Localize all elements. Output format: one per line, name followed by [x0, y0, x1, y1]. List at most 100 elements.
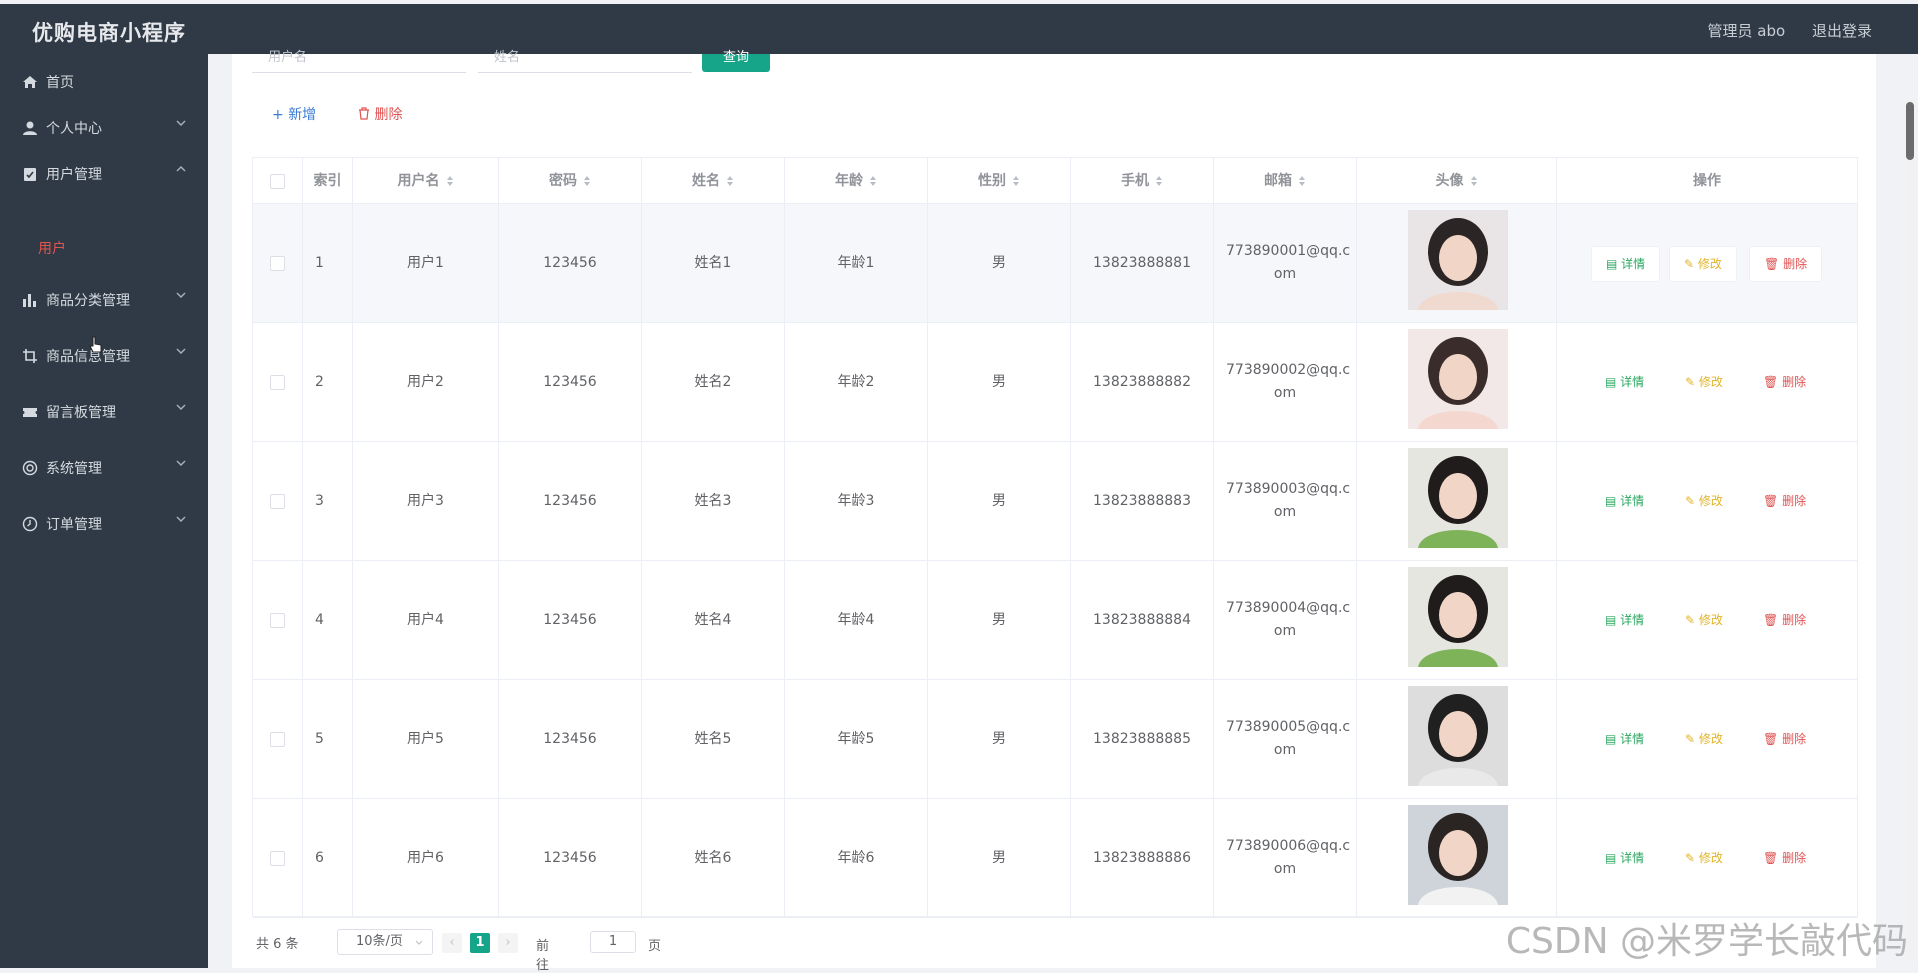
delete-button-label: 删除 — [374, 107, 403, 123]
add-button[interactable]: + 新增 — [272, 104, 316, 124]
avatar-image[interactable] — [1408, 448, 1508, 548]
cell-phone: 13823888882 — [1071, 323, 1214, 441]
edit-button[interactable]: ✎ 修改 — [1685, 722, 1723, 756]
cell-username: 用户5 — [353, 680, 499, 798]
goto-page-input[interactable]: 1 — [590, 931, 636, 953]
sidebar-item-message-board[interactable]: 留言板管理 — [0, 392, 208, 432]
cell-phone: 13823888881 — [1071, 204, 1214, 322]
select-all-checkbox[interactable] — [270, 173, 285, 189]
delete-button[interactable]: 🗑 删除 — [1749, 246, 1823, 282]
cell-gender: 男 — [928, 799, 1071, 917]
row-select-cell — [253, 442, 303, 560]
sidebar-item-home[interactable]: 首页 — [0, 62, 208, 102]
detail-icon: ▤ — [1605, 851, 1621, 865]
delete-button[interactable]: 🗑 删除 — [1763, 365, 1806, 399]
col-gender-label: 性别 — [978, 173, 1006, 189]
sidebar-item-system-management[interactable]: 系统管理 — [0, 448, 208, 488]
delete-button[interactable]: 🗑 删除 — [1763, 841, 1806, 875]
cell-age: 年龄2 — [785, 323, 928, 441]
cell-email: 773890002@qq.c om — [1214, 323, 1357, 441]
edit-button[interactable]: ✎ 修改 — [1669, 246, 1737, 282]
sidebar-item-label: 系统管理 — [46, 461, 102, 477]
detail-button[interactable]: ▤ 详情 — [1605, 603, 1644, 637]
row-checkbox[interactable] — [270, 612, 285, 628]
sidebar-item-label: 商品信息管理 — [46, 349, 130, 365]
col-name[interactable]: 姓名 — [642, 158, 785, 204]
col-index: 索引 — [303, 158, 353, 204]
cell-actions: ▤ 详情 ✎ 修改 🗑 删除 — [1557, 799, 1857, 917]
sidebar-item-user-management[interactable]: 用户管理 — [0, 154, 208, 194]
admin-name: 管理员 abo — [1707, 22, 1786, 40]
row-checkbox[interactable] — [270, 255, 285, 271]
edit-button[interactable]: ✎ 修改 — [1685, 484, 1723, 518]
row-checkbox[interactable] — [270, 493, 285, 509]
row-select-cell — [253, 680, 303, 798]
avatar-image[interactable] — [1408, 686, 1508, 786]
edit-icon: ✎ — [1685, 375, 1699, 389]
crop-icon — [23, 349, 37, 363]
col-age[interactable]: 年龄 — [785, 158, 928, 204]
row-select-cell — [253, 323, 303, 441]
add-button-label: 新增 — [288, 107, 317, 123]
cell-avatar — [1357, 323, 1557, 441]
row-checkbox[interactable] — [270, 731, 285, 747]
col-phone[interactable]: 手机 — [1071, 158, 1214, 204]
col-email[interactable]: 邮箱 — [1214, 158, 1357, 204]
ticket-icon — [23, 408, 37, 417]
main-content: 用户名 姓名 查询 + 新增 删除 索引 用户名 密码 姓名 年龄 性别 手机 … — [232, 50, 1876, 973]
detail-button[interactable]: ▤ 详情 — [1591, 246, 1661, 282]
col-password[interactable]: 密码 — [499, 158, 642, 204]
row-checkbox[interactable] — [270, 850, 285, 866]
sidebar-item-category-management[interactable]: 商品分类管理 — [0, 280, 208, 320]
edit-button[interactable]: ✎ 修改 — [1685, 841, 1723, 875]
search-button[interactable]: 查询 — [702, 50, 770, 72]
page-scrollbar[interactable] — [1906, 100, 1914, 960]
cell-gender: 男 — [928, 323, 1071, 441]
col-name-label: 姓名 — [692, 173, 720, 189]
sidebar-item-order-management[interactable]: 订单管理 — [0, 504, 208, 544]
cell-username: 用户2 — [353, 323, 499, 441]
detail-button[interactable]: ▤ 详情 — [1605, 722, 1644, 756]
chevron-down-icon — [176, 348, 186, 354]
cell-phone: 13823888885 — [1071, 680, 1214, 798]
row-checkbox[interactable] — [270, 374, 285, 390]
sidebar-item-personal-center[interactable]: 个人中心 — [0, 108, 208, 148]
avatar-image[interactable] — [1408, 805, 1508, 905]
avatar-image[interactable] — [1408, 329, 1508, 429]
delete-button[interactable]: 🗑 删除 — [1763, 603, 1806, 637]
delete-button[interactable]: 🗑 删除 — [1763, 722, 1806, 756]
col-username[interactable]: 用户名 — [353, 158, 499, 204]
logout-link[interactable]: 退出登录 — [1812, 22, 1872, 40]
page-1-button[interactable]: 1 — [470, 933, 490, 953]
edit-button[interactable]: ✎ 修改 — [1685, 365, 1723, 399]
avatar-image[interactable] — [1408, 567, 1508, 667]
page-size-select[interactable]: 10条/页 — [337, 929, 433, 955]
delete-label: 删除 — [1782, 613, 1807, 627]
name-search-input[interactable]: 姓名 — [478, 50, 692, 73]
scrollbar-thumb[interactable] — [1906, 102, 1914, 160]
cell-index: 2 — [303, 323, 353, 441]
trash-icon: 🗑 — [1763, 732, 1783, 746]
prev-page-button[interactable]: ‹ — [442, 933, 462, 953]
col-gender[interactable]: 性别 — [928, 158, 1071, 204]
batch-delete-button[interactable]: 删除 — [358, 104, 402, 124]
sort-icon — [1013, 176, 1019, 186]
username-search-input[interactable]: 用户名 — [252, 50, 466, 73]
edit-button[interactable]: ✎ 修改 — [1685, 603, 1723, 637]
row-select-cell — [253, 204, 303, 322]
next-page-button[interactable]: › — [498, 933, 518, 953]
col-avatar[interactable]: 头像 — [1357, 158, 1557, 204]
avatar-image[interactable] — [1408, 210, 1508, 310]
sidebar-subitem-user[interactable]: 用户 — [38, 238, 66, 258]
detail-button[interactable]: ▤ 详情 — [1605, 365, 1644, 399]
cell-actions: ▤ 详情 ✎ 修改 🗑 删除 — [1557, 442, 1857, 560]
cell-age: 年龄1 — [785, 204, 928, 322]
username-placeholder: 用户名 — [268, 50, 308, 65]
target-icon — [22, 460, 38, 476]
delete-button[interactable]: 🗑 删除 — [1763, 484, 1806, 518]
detail-button[interactable]: ▤ 详情 — [1605, 484, 1644, 518]
detail-icon: ▤ — [1606, 257, 1622, 271]
detail-button[interactable]: ▤ 详情 — [1605, 841, 1644, 875]
sidebar-item-product-management[interactable]: 商品信息管理 — [0, 336, 208, 376]
cell-avatar — [1357, 561, 1557, 679]
